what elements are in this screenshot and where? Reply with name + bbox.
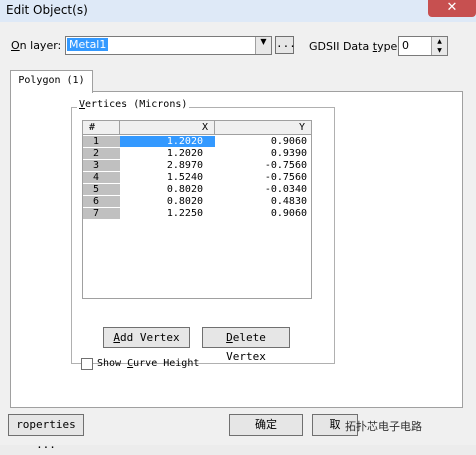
layer-combobox[interactable]: Metal1 ▼ bbox=[65, 36, 272, 55]
row-number: 7 bbox=[83, 208, 120, 219]
spin-down-icon[interactable]: ▼ bbox=[431, 46, 447, 55]
row-number: 4 bbox=[83, 172, 120, 183]
vertices-grid[interactable]: # X Y 1 1.2020 0.9060 2 1.2020 0.9390 3 … bbox=[82, 120, 312, 299]
show-curve-height-label: Show Curve Height bbox=[97, 358, 200, 369]
on-layer-label: On layer: bbox=[11, 39, 62, 52]
add-vertex-button[interactable]: Add Vertex bbox=[103, 327, 190, 348]
show-curve-height-checkbox[interactable] bbox=[81, 358, 93, 370]
y-cell[interactable]: 0.9060 bbox=[215, 208, 311, 219]
column-header-index[interactable]: # bbox=[83, 121, 120, 135]
edit-object-dialog: On layer: Metal1 ▼ ... GDSII Data type: … bbox=[0, 22, 476, 451]
close-icon: ✕ bbox=[446, 0, 458, 15]
x-cell[interactable]: 1.2020 bbox=[120, 136, 215, 147]
x-cell[interactable]: 2.8970 bbox=[120, 160, 215, 171]
chevron-down-icon[interactable]: ▼ bbox=[255, 37, 271, 54]
row-number: 1 bbox=[83, 136, 120, 147]
properties-button[interactable]: roperties ... bbox=[8, 414, 84, 451]
y-cell[interactable]: 0.9060 bbox=[215, 136, 311, 147]
gds-data-type-label: GDSII Data type: bbox=[309, 40, 402, 53]
layer-value: Metal1 bbox=[67, 38, 109, 51]
column-header-x[interactable]: X bbox=[120, 121, 215, 135]
row-number: 6 bbox=[83, 196, 120, 207]
row-number: 5 bbox=[83, 184, 120, 195]
y-cell[interactable]: -0.7560 bbox=[215, 172, 311, 183]
watermark-text: 拓扑芯电子电路 bbox=[345, 420, 422, 433]
row-number: 3 bbox=[83, 160, 120, 171]
y-cell[interactable]: 0.4830 bbox=[215, 196, 311, 207]
vertices-group-title: Vertices (Microns) bbox=[77, 99, 190, 110]
tab-polygon[interactable]: Polygon (1) bbox=[10, 70, 93, 93]
x-cell[interactable]: 0.8020 bbox=[120, 196, 215, 207]
x-cell[interactable]: 1.2250 bbox=[120, 208, 215, 219]
polygon-tab-panel: Vertices (Microns) # X Y 1 1.2020 0.9060… bbox=[10, 91, 463, 408]
column-header-y[interactable]: Y bbox=[215, 121, 311, 135]
x-cell[interactable]: 1.5240 bbox=[120, 172, 215, 183]
ok-button[interactable]: 确定 bbox=[229, 414, 303, 436]
x-cell[interactable]: 1.2020 bbox=[120, 148, 215, 159]
delete-vertex-button[interactable]: Delete Vertex bbox=[202, 327, 290, 363]
title-bar: Edit Object(s) ✕ bbox=[0, 0, 476, 23]
gds-data-type-value: 0 bbox=[402, 39, 409, 52]
window-title: Edit Object(s) bbox=[6, 3, 88, 17]
y-cell[interactable]: -0.0340 bbox=[215, 184, 311, 195]
y-cell[interactable]: 0.9390 bbox=[215, 148, 311, 159]
layer-browse-button[interactable]: ... bbox=[275, 36, 296, 54]
gds-data-type-spinner[interactable]: 0 ▲ ▼ bbox=[398, 36, 448, 56]
y-cell[interactable]: -0.7560 bbox=[215, 160, 311, 171]
x-cell[interactable]: 0.8020 bbox=[120, 184, 215, 195]
close-button[interactable]: ✕ bbox=[428, 0, 476, 17]
row-number: 2 bbox=[83, 148, 120, 159]
